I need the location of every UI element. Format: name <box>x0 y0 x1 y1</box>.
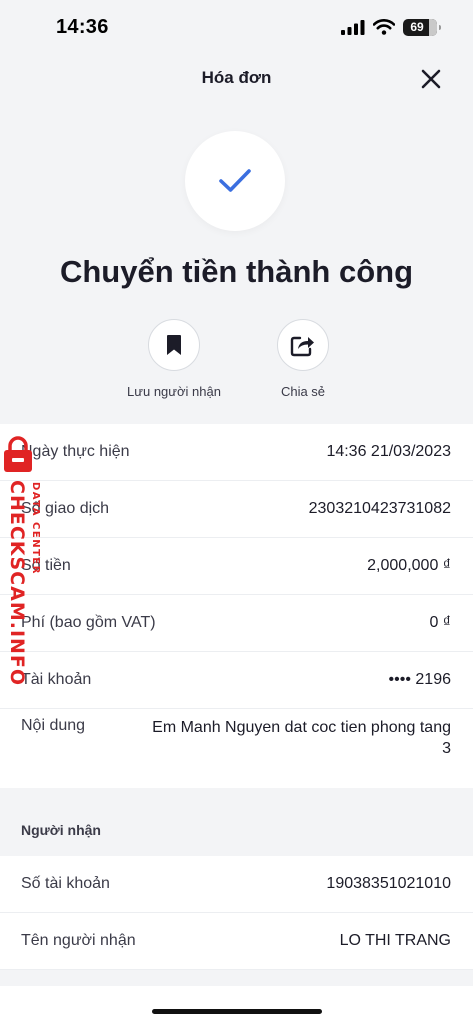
transaction-details: Ngày thực hiện 14:36 21/03/2023 Số giao … <box>0 424 473 788</box>
close-button[interactable] <box>419 67 443 91</box>
home-indicator[interactable] <box>152 1009 322 1014</box>
wifi-icon <box>373 19 395 35</box>
lock-icon <box>4 436 32 472</box>
detail-label: Số tài khoản <box>21 875 110 892</box>
detail-value: 2303210423731082 <box>308 500 451 517</box>
detail-label: Tài khoản <box>21 671 92 688</box>
detail-value: 14:36 21/03/2023 <box>326 443 451 460</box>
watermark-text: CHECKSCAM.INFO <box>6 480 28 687</box>
detail-value: 0 ₫ <box>429 614 451 631</box>
status-bar: 14:36 69 <box>0 0 473 54</box>
detail-value: •••• 2196 <box>388 671 451 688</box>
close-icon <box>421 69 441 89</box>
detail-row-content: Nội dung Em Manh Nguyen dat coc tien pho… <box>0 710 473 788</box>
detail-row-transaction-id: Số giao dịch 2303210423731082 <box>0 481 473 538</box>
signal-icon <box>341 20 365 35</box>
bottom-card <box>0 986 473 1024</box>
page-title: Hóa đơn <box>201 68 272 87</box>
status-time: 14:36 <box>56 16 109 38</box>
detail-value: 2,000,000 ₫ <box>367 557 451 574</box>
status-icons: 69 <box>341 17 441 37</box>
recipient-row-account-number: Số tài khoản 19038351021010 <box>0 856 473 913</box>
save-recipient-button[interactable]: Lưu người nhận <box>104 319 244 399</box>
share-button[interactable]: Chia sẻ <box>233 319 373 399</box>
battery-icon: 69 <box>403 18 441 36</box>
success-title: Chuyển tiền thành công <box>59 254 414 289</box>
share-label: Chia sẻ <box>280 384 326 399</box>
recipient-section-title: Người nhận <box>21 822 101 838</box>
battery-level: 69 <box>410 20 424 34</box>
detail-value: 19038351021010 <box>326 875 451 892</box>
watermark-subtext: DATA CENTER <box>30 482 41 575</box>
detail-row-amount: Số tiền 2,000,000 ₫ <box>0 538 473 595</box>
share-icon <box>290 336 314 357</box>
detail-label: Tên người nhận <box>21 932 136 949</box>
detail-row-account: Tài khoản •••• 2196 <box>0 652 473 709</box>
save-recipient-label: Lưu người nhận <box>127 384 221 399</box>
detail-value: Em Manh Nguyen dat coc tien phong tang 3 <box>152 719 451 757</box>
detail-row-date: Ngày thực hiện 14:36 21/03/2023 <box>0 424 473 481</box>
success-badge <box>185 131 285 231</box>
detail-value: LO THI TRANG <box>339 932 451 949</box>
bookmark-icon <box>167 335 181 355</box>
watermark: CHECKSCAM.INFO DATA CENTER <box>2 436 42 686</box>
checkmark-icon <box>219 169 251 192</box>
recipient-row-name: Tên người nhận LO THI TRANG <box>0 913 473 970</box>
detail-label: Nội dung <box>21 717 86 734</box>
recipient-details: Số tài khoản 19038351021010 Tên người nh… <box>0 856 473 970</box>
detail-row-fee: Phí (bao gồm VAT) 0 ₫ <box>0 595 473 652</box>
